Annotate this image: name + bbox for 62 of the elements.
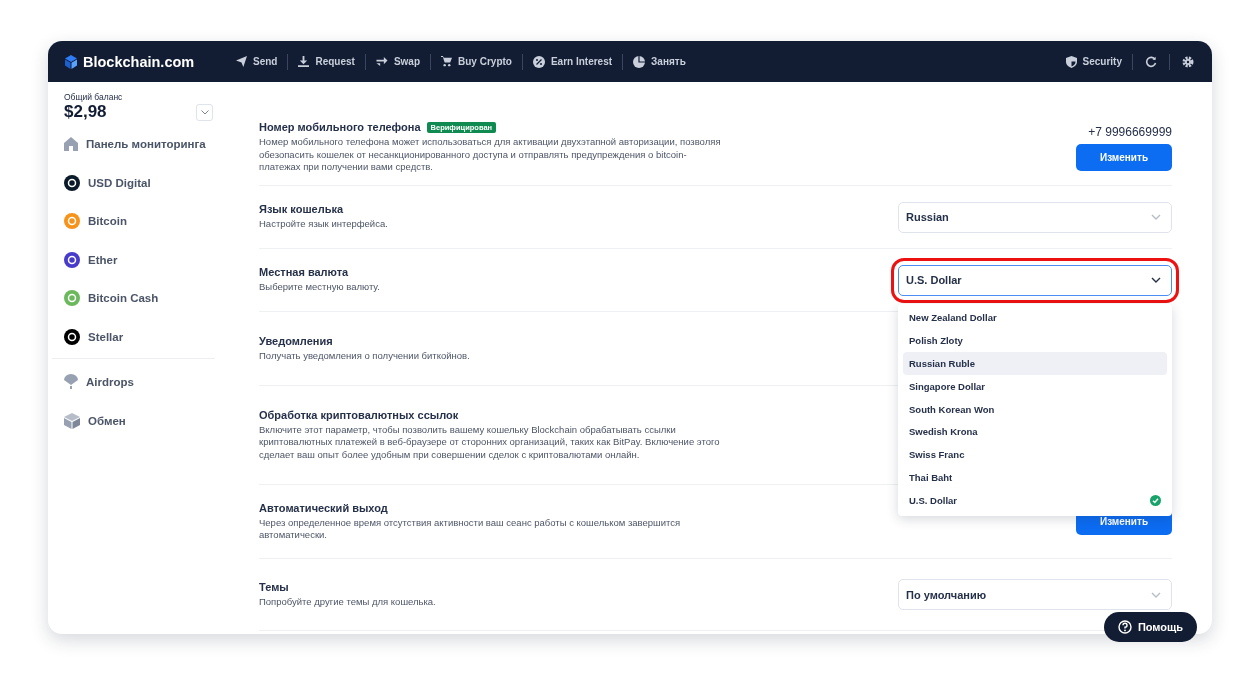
nav-link[interactable]: Request: [296, 56, 357, 67]
sidebar-item[interactable]: USD Digital: [64, 163, 215, 202]
question-icon: [1117, 620, 1132, 634]
dropdown-option[interactable]: Swiss Franc: [903, 443, 1167, 467]
sidebar-item[interactable]: Ether: [64, 240, 215, 279]
cube-icon: [64, 412, 80, 429]
chevron-down-icon: [1151, 214, 1161, 220]
setting-description: Номер мобильного телефона может использоваться для активации двухэтапной авторизации, позволяя обезопасить кошелек от несанкционированного доступа и отправлять предупреждения о bitcoin-платежах при получении вами средств.: [259, 136, 721, 174]
setting-title: Автоматический выход: [259, 501, 388, 514]
pie-chart-icon: [633, 55, 646, 68]
chevron-down-icon: [200, 109, 209, 115]
change-button[interactable]: Изменить: [1076, 143, 1172, 171]
balance-label: Общий баланс: [64, 92, 124, 102]
house-icon: [64, 137, 78, 152]
dropdown-option[interactable]: Polish Zloty: [903, 329, 1167, 353]
dropdown-select[interactable]: U.S. Dollar: [898, 264, 1172, 296]
setting-title: Темы: [259, 580, 289, 593]
percent-icon: [532, 55, 545, 68]
help-button[interactable]: Помощь: [1104, 612, 1197, 642]
sidebar-item[interactable]: Обмен: [64, 401, 215, 440]
sidebar-item[interactable]: Bitcoin: [64, 202, 215, 241]
parachute-icon: [64, 374, 78, 391]
setting-title: Уведомления: [259, 334, 333, 347]
paper-plane-icon: [236, 56, 247, 67]
dropdown-option[interactable]: South Korean Won: [903, 397, 1167, 421]
sidebar-item[interactable]: Панель мониторинга: [64, 125, 215, 164]
nav-link[interactable]: Занять: [631, 55, 688, 68]
setting-description: Выберите местную валюту.: [259, 281, 381, 294]
setting-title: Местная валюта: [259, 266, 349, 279]
phone-number: +7 9996669999: [1088, 124, 1172, 139]
balance-amount: $2,98: [64, 102, 107, 122]
setting-description: Настройте язык интерфейса.: [259, 218, 389, 231]
setting-title: Язык кошелька: [259, 203, 344, 216]
sidebar-item[interactable]: Airdrops: [64, 363, 215, 402]
dropdown-option[interactable]: Singapore Dollar: [903, 374, 1167, 398]
security-link[interactable]: Security: [1063, 55, 1124, 68]
setting-description: Получать уведомления о получении биткойнов.: [259, 349, 471, 363]
sidebar-item[interactable]: Bitcoin Cash: [64, 279, 215, 318]
sidebar-item[interactable]: Stellar: [64, 317, 215, 356]
dropdown-option[interactable]: Russian Ruble: [903, 352, 1167, 375]
download-icon: [298, 56, 310, 67]
setting-description: Попробуйте другие темы для кошелька.: [259, 595, 437, 609]
setting-title: Номер мобильного телефона: [259, 121, 421, 134]
setting-description: Включите этот параметр, чтобы позволить вашему кошельку Blockchain обрабатывать ссылки криптовалютных платежей в веб-браузере от сторонних организаций, таких как BitPay. Включение этого сделает ваш опыт более удобным при совершении сделок с криптовалютами онлайн.: [259, 423, 721, 462]
nav-link[interactable]: Earn Interest: [530, 55, 615, 68]
logo-icon: [64, 54, 78, 69]
swap-arrows-icon: [375, 56, 388, 67]
nav-link[interactable]: Send: [234, 56, 280, 67]
dropdown-option[interactable]: New Zealand Dollar: [903, 306, 1167, 330]
nav-link[interactable]: Buy Crypto: [439, 56, 514, 67]
setting-title: Обработка криптовалютных ссылок: [259, 408, 459, 421]
dropdown-option[interactable]: Thai Baht: [903, 466, 1167, 489]
setting-description: Через определенное время отсутствия активности ваш сеанс работы с кошельком завершится автоматически.: [259, 516, 682, 542]
dropdown-option[interactable]: Swedish Krona: [903, 420, 1167, 444]
chevron-down-icon: [1151, 591, 1161, 598]
cart-icon: [441, 56, 453, 67]
brand-name: Blockchain.com: [83, 53, 195, 70]
dropdown-select[interactable]: По умолчанию: [898, 579, 1172, 610]
shield-icon: [1065, 55, 1077, 68]
dropdown-select[interactable]: Russian: [898, 201, 1172, 233]
nav-link[interactable]: Swap: [373, 56, 423, 67]
chevron-down-icon: [1151, 277, 1161, 283]
